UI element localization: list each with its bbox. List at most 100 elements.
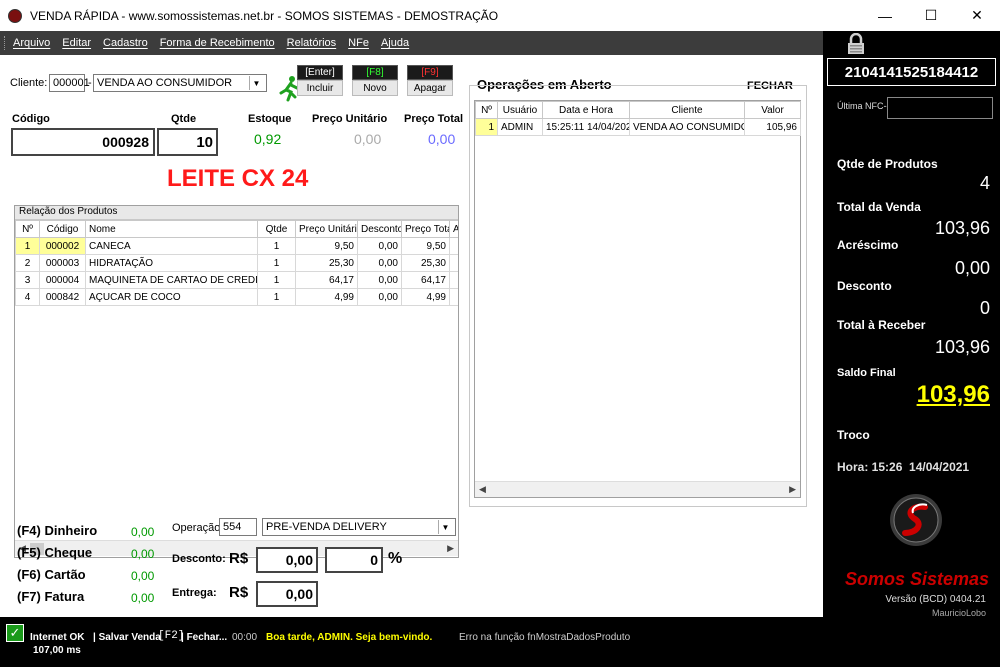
cell: 1 <box>15 237 40 255</box>
cell: 0,00 <box>357 288 402 306</box>
scroll-left-arrow-icon[interactable]: ◀ <box>479 484 486 495</box>
discount-percent-input[interactable]: 0 <box>325 547 383 573</box>
operation-select[interactable]: PRE-VENDA DELIVERY ▼ <box>262 518 456 536</box>
pay-fatura-label: (F7) Fatura <box>17 589 85 604</box>
table-row[interactable]: 3 000004 MAQUINETA DE CARTAO DE CREDITO … <box>15 271 458 289</box>
cell: VENDA AO CONSUMIDOR <box>629 118 745 136</box>
col-header[interactable]: Nome <box>85 220 258 238</box>
table-row[interactable]: 1 ADMIN 15:25:11 14/04/2021 VENDA AO CON… <box>475 118 801 136</box>
estoque-label: Estoque <box>248 113 292 125</box>
menu-nfe[interactable]: NFe <box>348 37 369 49</box>
maximize-button[interactable]: ☐ <box>908 0 954 31</box>
menu-forma-recebimento[interactable]: Forma de Recebimento <box>160 37 275 49</box>
operation-name: PRE-VENDA DELIVERY <box>266 521 387 533</box>
menu-grip <box>4 36 7 50</box>
pay-cheque-label: (F5) Cheque <box>17 545 93 560</box>
table-row[interactable]: 1 000002 CANECA 1 9,50 0,00 9,50 <box>15 237 458 255</box>
preco-total-label: Preço Total <box>404 113 464 125</box>
delivery-value-input[interactable]: 0,00 <box>256 581 318 607</box>
minimize-button[interactable]: — <box>862 0 908 31</box>
client-code-input[interactable]: 000001 <box>49 74 90 92</box>
menu-cadastro[interactable]: Cadastro <box>103 37 148 49</box>
cell: CANECA <box>85 237 258 255</box>
acrescimo-label: Acréscimo <box>837 238 899 252</box>
summary-panel: 2104141525184412 Última NFC-e Qtde de Pr… <box>823 31 1000 617</box>
percent-sign: % <box>388 550 403 567</box>
desconto-summary-value: 0 <box>979 298 990 318</box>
apagar-button[interactable]: [F9] Apagar <box>406 65 454 96</box>
pay-fatura-value[interactable]: 0,00 <box>131 591 154 605</box>
qtde-input[interactable]: 10 <box>157 128 218 156</box>
cell <box>449 237 458 255</box>
operation-code-input[interactable]: 554 <box>219 518 257 536</box>
preco-unitario-value: 0,00 <box>354 131 382 147</box>
col-header[interactable]: Desconto <box>357 220 402 238</box>
pay-cartao-value[interactable]: 0,00 <box>131 569 154 583</box>
col-header[interactable]: Ac <box>449 220 458 238</box>
novo-label: Novo <box>352 80 398 96</box>
pay-cheque-value[interactable]: 0,00 <box>131 547 154 561</box>
cell <box>449 271 458 289</box>
lock-icon[interactable] <box>846 32 866 55</box>
menu-relatorios[interactable]: Relatórios <box>287 37 337 49</box>
operations-panel: Nº Usuário Data e Hora Cliente Valor 1 A… <box>474 100 801 498</box>
cell: 1 <box>257 237 296 255</box>
menu-arquivo[interactable]: Arquivo <box>13 37 50 49</box>
col-header[interactable]: Cliente <box>629 101 745 119</box>
codigo-input[interactable]: 000928 <box>11 128 155 156</box>
cell: 64,17 <box>401 271 450 289</box>
cell: 1 <box>257 254 296 272</box>
cell: MAQUINETA DE CARTAO DE CREDITO <box>85 271 258 289</box>
codigo-label: Código <box>12 113 50 125</box>
check-icon: ✓ <box>6 624 24 642</box>
operation-label: Operação: <box>172 522 224 534</box>
cell: 1 <box>257 271 296 289</box>
cell: 4,99 <box>295 288 358 306</box>
menu-editar[interactable]: Editar <box>62 37 91 49</box>
col-header[interactable]: Qtde <box>257 220 296 238</box>
discount-value-input[interactable]: 0,00 <box>256 547 318 573</box>
col-header[interactable]: Nº <box>475 101 498 119</box>
client-select[interactable]: VENDA AO CONSUMIDOR ▼ <box>93 74 267 92</box>
col-header[interactable]: Data e Hora <box>542 101 630 119</box>
pay-dinheiro-value[interactable]: 0,00 <box>131 525 154 539</box>
operations-table: Nº Usuário Data e Hora Cliente Valor 1 A… <box>475 101 801 136</box>
incluir-button[interactable]: [Enter] Incluir <box>296 65 344 96</box>
preco-total-value: 0,00 <box>428 131 456 147</box>
scroll-right-arrow-icon[interactable]: ▶ <box>789 484 796 495</box>
cell: 1 <box>475 118 498 136</box>
cell: HIDRATAÇÃO <box>85 254 258 272</box>
table-row[interactable]: 2 000003 HIDRATAÇÃO 1 25,30 0,00 25,30 <box>15 254 458 272</box>
cell: 0,00 <box>357 237 402 255</box>
total-receber-label: Total à Receber <box>837 318 926 332</box>
menu-ajuda[interactable]: Ajuda <box>381 37 409 49</box>
col-header[interactable]: Código <box>39 220 86 238</box>
app-logo-icon <box>8 8 22 23</box>
products-panel: Relação dos Produtos Nº Código Nome Qtde… <box>14 205 459 558</box>
col-header[interactable]: Usuário <box>497 101 543 119</box>
title-bar: VENDA RÁPIDA - www.somossistemas.net.br … <box>0 0 1000 31</box>
table-row[interactable]: 4 000842 AÇUCAR DE COCO 1 4,99 0,00 4,99 <box>15 288 458 306</box>
chevron-down-icon: ▼ <box>438 520 452 534</box>
cell: 25,30 <box>401 254 450 272</box>
delivery-currency: R$ <box>229 584 249 601</box>
total-venda-label: Total da Venda <box>837 200 921 214</box>
col-header[interactable]: Valor <box>744 101 801 119</box>
col-header[interactable]: Preço Total <box>401 220 450 238</box>
products-header-row: Nº Código Nome Qtde Preço Unitário Desco… <box>15 220 458 238</box>
cell: AÇUCAR DE COCO <box>85 288 258 306</box>
operations-horizontal-scrollbar[interactable]: ◀ ▶ <box>475 481 800 497</box>
brand-name: Somos Sistemas <box>845 569 990 589</box>
f9-key-label: [F9] <box>407 65 453 80</box>
troco-label: Troco <box>837 428 870 442</box>
qtde-produtos-label: Qtde de Produtos <box>837 157 938 171</box>
col-header[interactable]: Preço Unitário <box>295 220 358 238</box>
scroll-right-arrow-icon[interactable]: ▶ <box>447 543 454 554</box>
col-header[interactable]: Nº <box>15 220 40 238</box>
cell: 9,50 <box>295 237 358 255</box>
close-window-button[interactable]: ✕ <box>954 0 1000 31</box>
cell: ADMIN <box>497 118 543 136</box>
novo-button[interactable]: [F8] Novo <box>351 65 399 96</box>
save-sale-button[interactable]: | Salvar Venda <box>93 632 161 643</box>
close-sale-button[interactable]: | Fechar... <box>181 632 227 643</box>
